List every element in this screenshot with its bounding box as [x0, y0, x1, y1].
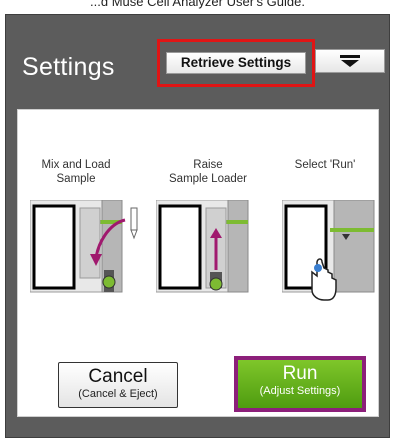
- run-button[interactable]: Run (Adjust Settings): [234, 356, 366, 412]
- retrieve-settings-button[interactable]: Retrieve Settings: [166, 52, 306, 74]
- step-2-label: Raise Sample Loader: [169, 159, 247, 185]
- page-caption: ...d Muse Cell Analyzer User's Guide.: [90, 0, 305, 9]
- pipette-icon: [130, 207, 138, 240]
- step-1-label: Mix and Load Sample: [41, 159, 111, 185]
- cancel-button-sublabel: (Cancel & Eject): [78, 388, 158, 400]
- run-button-sublabel: (Adjust Settings): [259, 385, 341, 397]
- cancel-button[interactable]: Cancel (Cancel & Eject): [58, 362, 178, 408]
- settings-panel: Settings Retrieve Settings Mix and Load …: [5, 14, 390, 438]
- step-3-label: Select 'Run': [294, 159, 356, 171]
- run-button-face: Run (Adjust Settings): [238, 360, 362, 408]
- step-1-illustration: [30, 200, 138, 293]
- page-title: Settings: [22, 53, 115, 81]
- retrieve-highlight-box: Retrieve Settings: [157, 39, 315, 87]
- step-3-illustration: [282, 200, 375, 301]
- cancel-button-label: Cancel: [88, 366, 148, 387]
- run-button-label: Run: [282, 363, 318, 384]
- settings-menu-button[interactable]: [315, 49, 385, 73]
- step-2-illustration: [156, 200, 249, 293]
- settings-header: Settings Retrieve Settings: [6, 15, 389, 115]
- chevron-down-icon: [340, 55, 360, 67]
- instructions-area: Mix and Load Sample Raise Sample Loader …: [17, 109, 379, 417]
